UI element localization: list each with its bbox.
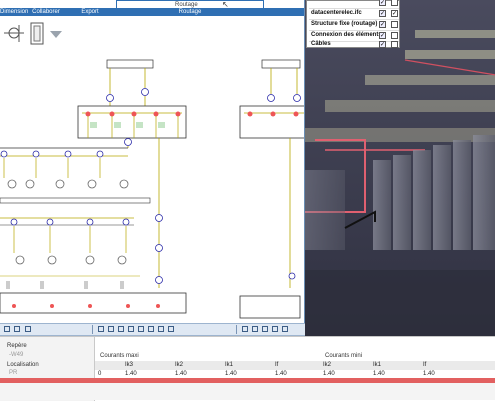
source-left <box>106 59 154 106</box>
col-header: Ik2 <box>175 362 184 368</box>
layer-visible-checkbox[interactable]: ✓ <box>379 10 386 17</box>
tool-2-icon[interactable] <box>108 326 114 332</box>
distribution-middle <box>0 138 163 288</box>
tool-6-icon[interactable] <box>148 326 154 332</box>
pin-icon[interactable] <box>14 326 20 332</box>
single-line-diagram <box>0 59 305 319</box>
layer-lock-checkbox[interactable] <box>391 0 398 6</box>
toolbar-separator <box>92 325 93 334</box>
tool-7-icon[interactable] <box>158 326 164 332</box>
switchboard-left <box>77 105 187 139</box>
tab-dimensions[interactable]: Dimensions <box>0 8 31 16</box>
tool-12-icon[interactable] <box>272 326 278 332</box>
courants-mini-header: Courants mini <box>325 353 363 359</box>
layer-lock-checkbox[interactable] <box>391 21 398 28</box>
toolbar-icons <box>4 22 62 45</box>
tool-13-icon[interactable] <box>282 326 288 332</box>
repere-value[interactable]: -W49 <box>9 352 23 358</box>
col-header: Ik2 <box>323 362 332 368</box>
layer-label: Structure fixe (routage) <box>311 21 378 27</box>
col-header: Ik1 <box>373 362 382 368</box>
source-right <box>239 59 305 139</box>
layer-lock-checkbox[interactable] <box>391 32 398 39</box>
bottom-toolbar <box>0 323 305 336</box>
pen-icon[interactable] <box>4 326 10 332</box>
tool-8-icon[interactable] <box>168 326 174 332</box>
layer-visible-checkbox[interactable]: ✓ <box>379 32 386 39</box>
toolbar-separator <box>236 325 237 334</box>
tab-export[interactable]: Export <box>64 8 117 16</box>
bottom-strip <box>0 383 495 400</box>
layers-panel: ✓ datacenterelec.ifc ✓ ✓ Structure fixe … <box>306 0 400 48</box>
tool-3-icon[interactable] <box>118 326 124 332</box>
ribbon-routage-header: Routage <box>116 0 264 8</box>
3d-view[interactable] <box>304 0 495 345</box>
schematic-canvas[interactable] <box>0 48 305 323</box>
courants-maxi-header: Courants maxi <box>100 353 139 359</box>
layer-lock-checkbox[interactable]: ✓ <box>391 10 398 17</box>
tool-4-icon[interactable] <box>128 326 134 332</box>
tab-collaborer[interactable]: Collaborer <box>28 8 65 16</box>
dropdown-icon[interactable] <box>50 31 62 38</box>
repere-label: Repère <box>7 343 27 349</box>
col-header: If <box>423 362 427 368</box>
ribbon: Routage ↖ Dimensions Collaborer Export R… <box>0 0 305 20</box>
layer-label: datacenterelec.ifc <box>311 10 362 16</box>
tool-5-icon[interactable] <box>138 326 144 332</box>
tool-10-icon[interactable] <box>252 326 258 332</box>
tool-9-icon[interactable] <box>242 326 248 332</box>
expand-icon[interactable] <box>25 326 31 332</box>
layer-visible-checkbox[interactable]: ✓ <box>379 41 386 48</box>
col-header: Ik1 <box>225 362 234 368</box>
localisation-label: Localisation <box>7 362 39 368</box>
col-header: If <box>275 362 279 368</box>
cabinet-icon[interactable] <box>30 22 44 45</box>
tool-1-icon[interactable] <box>98 326 104 332</box>
3d-datacenter-render <box>305 0 495 345</box>
col-header: Ik3 <box>125 362 134 368</box>
component-icon[interactable] <box>4 25 24 42</box>
layer-visible-checkbox[interactable]: ✓ <box>379 21 386 28</box>
loads-row-1 <box>0 150 129 189</box>
layer-row-cables[interactable]: Câbles ✓ <box>309 39 399 50</box>
canvas-toolbar <box>0 20 80 48</box>
tool-11-icon[interactable] <box>262 326 268 332</box>
layer-lock-checkbox[interactable] <box>391 41 398 48</box>
layer-label: Câbles <box>311 41 331 47</box>
layer-visible-checkbox[interactable]: ✓ <box>379 0 386 6</box>
subboard-right <box>239 138 301 319</box>
localisation-value[interactable]: PR <box>9 370 17 376</box>
ribbon-filler <box>264 8 305 16</box>
tab-routage[interactable]: Routage <box>116 8 265 16</box>
